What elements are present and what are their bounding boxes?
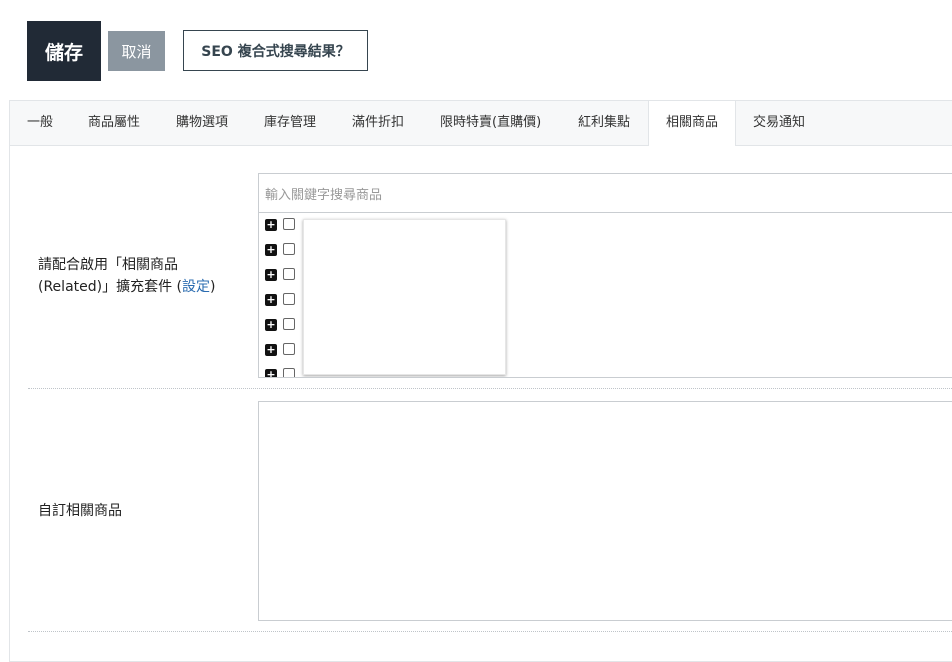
row-divider xyxy=(28,631,952,632)
related-label-line2: (Related)」擴充套件 (設定) xyxy=(38,276,215,298)
product-settings-panel: 一般 商品屬性 購物選項 庫存管理 滿件折扣 限時特賣(直購價) 紅利集點 相關… xyxy=(9,100,952,662)
tab-flash-sale[interactable]: 限時特賣(直購價) xyxy=(440,101,541,145)
tab-bar: 一般 商品屬性 購物選項 庫存管理 滿件折扣 限時特賣(直購價) 紅利集點 相關… xyxy=(10,101,952,146)
custom-related-textarea[interactable] xyxy=(258,401,952,621)
tab-general[interactable]: 一般 xyxy=(27,101,53,145)
tree-node: + xyxy=(265,318,305,332)
tab-shopping-options[interactable]: 購物選項 xyxy=(176,101,228,145)
expand-icon[interactable]: + xyxy=(265,319,277,331)
node-checkbox[interactable] xyxy=(283,318,295,330)
tree-node: + xyxy=(265,218,305,232)
related-label-suffix: ) xyxy=(210,279,216,295)
related-label-line1: 請配合啟用「相關商品 xyxy=(38,257,178,273)
node-checkbox[interactable] xyxy=(283,243,295,255)
expand-icon[interactable]: + xyxy=(265,219,277,231)
related-products-label: 請配合啟用「相關商品 (Related)」擴充套件 (設定) xyxy=(38,254,215,298)
settings-link[interactable]: 設定 xyxy=(182,279,210,295)
expand-icon[interactable]: + xyxy=(265,294,277,306)
expand-icon[interactable]: + xyxy=(265,344,277,356)
node-checkbox[interactable] xyxy=(283,268,295,280)
tab-product-attributes[interactable]: 商品屬性 xyxy=(88,101,140,145)
expand-icon[interactable]: + xyxy=(265,244,277,256)
tab-reward-points[interactable]: 紅利集點 xyxy=(578,101,630,145)
tree-node: + xyxy=(265,343,305,357)
tab-transaction-notify[interactable]: 交易通知 xyxy=(753,101,805,145)
node-checkbox[interactable] xyxy=(283,293,295,305)
custom-related-label: 自訂相關商品 xyxy=(38,503,122,519)
product-search-input[interactable]: 輸入關鍵字搜尋商品 xyxy=(258,173,952,213)
tab-bulk-discount[interactable]: 滿件折扣 xyxy=(352,101,404,145)
tree-node: + xyxy=(265,293,305,307)
row-divider xyxy=(28,388,952,389)
node-checkbox[interactable] xyxy=(283,368,295,377)
cancel-button[interactable]: 取消 xyxy=(108,31,165,71)
node-checkbox[interactable] xyxy=(283,218,295,230)
tab-inventory[interactable]: 庫存管理 xyxy=(264,101,316,145)
expand-icon[interactable]: + xyxy=(265,369,277,377)
seo-rich-results-button[interactable]: SEO 複合式搜尋結果？ xyxy=(183,30,368,71)
related-label-prefix: (Related)」擴充套件 ( xyxy=(38,279,183,295)
tree-node: + xyxy=(265,368,305,377)
tree-node: + xyxy=(265,243,305,257)
tab-related-products[interactable]: 相關商品 xyxy=(648,101,736,146)
save-button[interactable]: 儲存 xyxy=(27,21,101,81)
product-tree[interactable]: + + + + + + + xyxy=(258,212,952,378)
node-checkbox[interactable] xyxy=(283,343,295,355)
expand-icon[interactable]: + xyxy=(265,269,277,281)
dropdown-popup xyxy=(303,219,506,375)
tree-node: + xyxy=(265,268,305,282)
